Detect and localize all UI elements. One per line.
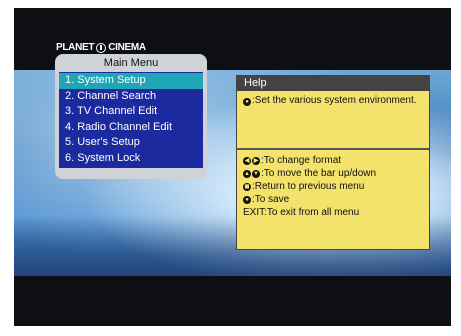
down-arrow-icon: ▼ <box>252 169 260 178</box>
help-panel: Help ●:Set the various system environmen… <box>236 75 430 250</box>
menu-item-system-setup[interactable]: 1. System Setup <box>59 73 203 89</box>
menu-item-tv-channel-edit[interactable]: 3. TV Channel Edit <box>59 104 203 120</box>
menu-item-system-lock[interactable]: 6. System Lock <box>59 151 203 167</box>
tv-screen: PLANET CINEMA Main Menu 1. System Setup … <box>14 8 451 326</box>
key-hint-text: :To move the bar up/down <box>261 168 377 179</box>
key-hint-text: :To change format <box>261 155 342 166</box>
brand-logo: PLANET CINEMA <box>56 42 146 53</box>
key-hint-change-format: ◀ ▶:To change format <box>243 154 423 167</box>
key-hint-move-bar: ▲ ▼:To move the bar up/down <box>243 167 423 180</box>
menu-item-users-setup[interactable]: 5. User's Setup <box>59 135 203 151</box>
left-arrow-icon: ◀ <box>243 156 251 165</box>
power-icon <box>96 42 107 53</box>
menu-button-icon: ◼ <box>243 182 251 191</box>
ok-button-icon: ● <box>243 98 251 106</box>
key-hint-text: :To save <box>252 194 290 205</box>
ok-button-icon: ● <box>243 195 251 204</box>
up-arrow-icon: ▲ <box>243 169 251 178</box>
key-hint-save: ●:To save <box>243 193 423 206</box>
right-arrow-icon: ▶ <box>252 156 260 165</box>
key-hint-return: ◼:Return to previous menu <box>243 180 423 193</box>
help-description-text: :Set the various system environment. <box>252 95 417 106</box>
logo-text-left: PLANET <box>56 42 95 53</box>
menu-item-channel-search[interactable]: 2. Channel Search <box>59 89 203 105</box>
main-menu: Main Menu 1. System Setup 2. Channel Sea… <box>55 54 207 179</box>
menu-list: 1. System Setup 2. Channel Search 3. TV … <box>59 72 203 168</box>
help-header: Help <box>237 76 429 91</box>
key-hint-text: :Return to previous menu <box>252 181 365 192</box>
key-hint-text: EXIT:To exit from all menu <box>243 207 360 218</box>
help-key-list: ◀ ▶:To change format ▲ ▼:To move the bar u… <box>237 154 429 219</box>
menu-item-radio-channel-edit[interactable]: 4. Radio Channel Edit <box>59 120 203 136</box>
divider <box>237 148 429 150</box>
key-hint-exit: EXIT:To exit from all menu <box>243 206 423 219</box>
menu-title: Main Menu <box>103 57 159 69</box>
logo-text-right: CINEMA <box>108 42 146 53</box>
help-description: ●:Set the various system environment. <box>237 91 429 148</box>
